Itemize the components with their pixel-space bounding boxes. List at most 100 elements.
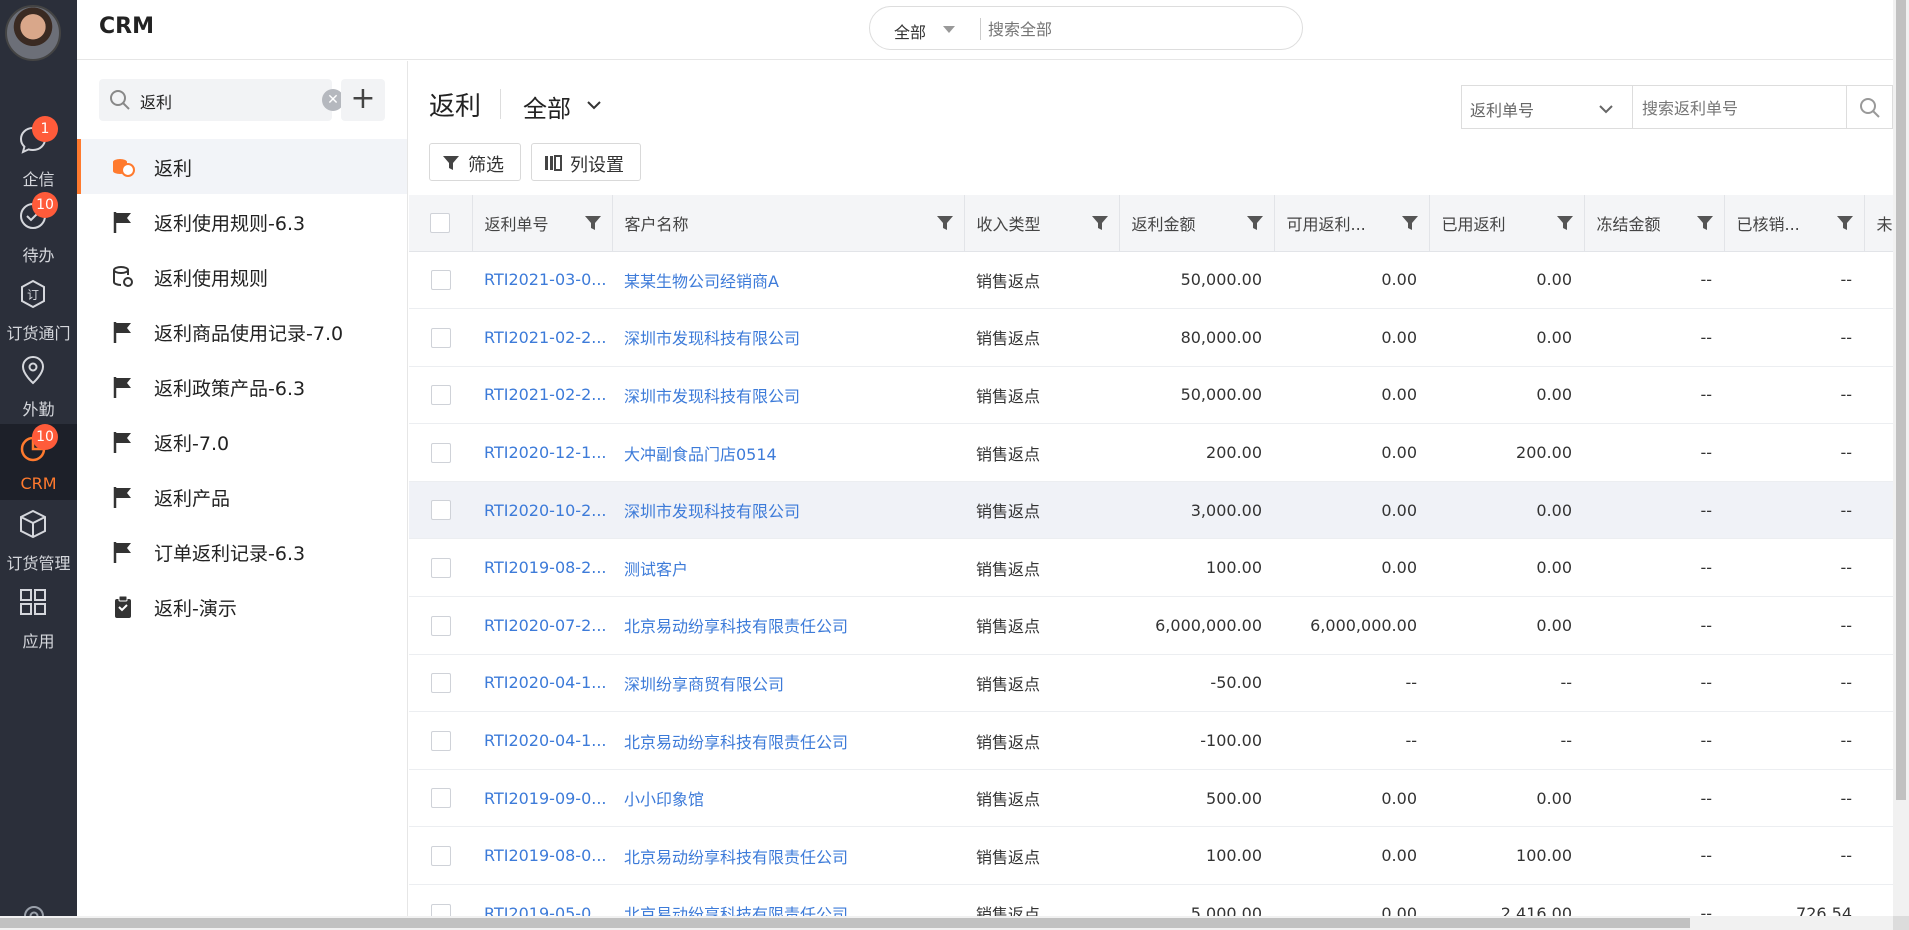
caret-down-icon[interactable]	[943, 26, 955, 33]
nav-item-order-mgmt[interactable]: 订货管理	[0, 500, 77, 576]
nav-item-crm[interactable]: 10 CRM	[0, 424, 77, 500]
row-checkbox[interactable]	[409, 481, 472, 540]
customer-name-link[interactable]: 测试客户	[612, 538, 964, 598]
record-search-input[interactable]	[1642, 96, 1842, 120]
search-icon[interactable]	[1858, 96, 1882, 120]
filter-icon[interactable]	[1091, 214, 1109, 232]
customer-name-link[interactable]: 深圳市发现科技有限公司	[612, 481, 964, 540]
row-checkbox[interactable]	[409, 596, 472, 655]
column-settings-button[interactable]: 列设置	[531, 143, 641, 181]
object-search[interactable]: 返利 ✕	[99, 79, 344, 121]
object-search-value[interactable]: 返利	[140, 89, 172, 113]
filter-icon[interactable]	[1696, 214, 1714, 232]
record-number-link[interactable]: RTI2019-08-0...	[472, 826, 612, 886]
customer-name-link[interactable]: 深圳纷享商贸有限公司	[612, 654, 964, 713]
customer-name-link[interactable]: 北京易动纷享科技有限责任公司	[612, 596, 964, 655]
vertical-scrollbar[interactable]	[1893, 0, 1909, 916]
chevron-down-icon[interactable]	[1597, 100, 1615, 118]
object-item[interactable]: 返利-演示	[77, 579, 407, 634]
table-row[interactable]: RTI2021-02-2... 深圳市发现科技有限公司 销售返点 50,000.00 0…	[409, 366, 1893, 425]
nav-item-apps[interactable]: 应用	[0, 578, 77, 654]
record-number-link[interactable]: RTI2020-04-1...	[472, 711, 612, 770]
column-header[interactable]: 冻结金额	[1584, 195, 1725, 252]
global-search-input[interactable]	[988, 16, 1288, 42]
column-header[interactable]: 可用返利...	[1274, 195, 1430, 252]
object-item[interactable]: 返利政策产品-6.3	[77, 359, 407, 414]
record-number-link[interactable]: RTI2020-07-2...	[472, 596, 612, 655]
add-object-button[interactable]: +	[341, 79, 385, 121]
nav-item-todo[interactable]: 10 待办	[0, 192, 77, 268]
nav-badge: 1	[32, 116, 58, 142]
nav-item-field[interactable]: 外勤	[0, 346, 77, 422]
table-row[interactable]: RTI2021-02-2... 深圳市发现科技有限公司 销售返点 80,000.00 0…	[409, 308, 1893, 367]
object-item[interactable]: 返利商品使用记录-7.0	[77, 304, 407, 359]
column-header[interactable]: 已核销...	[1724, 195, 1865, 252]
row-checkbox[interactable]	[409, 826, 472, 886]
filter-icon[interactable]	[936, 214, 954, 232]
table-row[interactable]: RTI2020-12-1... 大冲副食品门店0514 销售返点 200.00 0.00…	[409, 423, 1893, 482]
record-number-link[interactable]: RTI2019-08-2...	[472, 538, 612, 598]
record-number-link[interactable]: RTI2021-02-2...	[472, 308, 612, 367]
record-number-link[interactable]: RTI2019-09-0...	[472, 769, 612, 828]
table-row[interactable]: RTI2019-08-0... 北京易动纷享科技有限责任公司 销售返点 100.00 0…	[409, 826, 1893, 886]
row-checkbox[interactable]	[409, 423, 472, 482]
view-select[interactable]: 全部	[523, 89, 571, 124]
customer-name-link[interactable]: 深圳市发现科技有限公司	[612, 366, 964, 425]
column-header[interactable]: 返利单号	[472, 195, 613, 252]
filter-icon[interactable]	[1836, 214, 1854, 232]
row-checkbox[interactable]	[409, 538, 472, 598]
horizontal-scrollbar[interactable]	[0, 916, 1893, 930]
column-header[interactable]: 客户名称	[612, 195, 965, 252]
column-header[interactable]: 已用返利	[1429, 195, 1585, 252]
column-header[interactable]: 未核	[1864, 195, 1893, 252]
object-item[interactable]: 返利产品	[77, 469, 407, 524]
row-checkbox[interactable]	[409, 711, 472, 770]
record-number-link[interactable]: RTI2021-02-2...	[472, 366, 612, 425]
table-row[interactable]: RTI2019-09-0... 小小印象馆 销售返点 500.00 0.00 0.00 --…	[409, 769, 1893, 828]
filter-icon[interactable]	[1246, 214, 1264, 232]
record-number-link[interactable]: RTI2020-12-1...	[472, 423, 612, 482]
object-item[interactable]: 返利使用规则	[77, 249, 407, 304]
object-item[interactable]: 返利-7.0	[77, 414, 407, 469]
column-header[interactable]: 返利金额	[1119, 195, 1275, 252]
row-checkbox[interactable]	[409, 654, 472, 713]
table-row[interactable]: RTI2020-04-1... 北京易动纷享科技有限责任公司 销售返点 -100.00…	[409, 711, 1893, 770]
object-item[interactable]: 返利	[77, 139, 407, 194]
table-row[interactable]: RTI2020-04-1... 深圳纷享商贸有限公司 销售返点 -50.00 -- -- -…	[409, 654, 1893, 713]
table-cell: 100.00	[1119, 538, 1274, 598]
customer-name-link[interactable]: 深圳市发现科技有限公司	[612, 308, 964, 367]
table-row[interactable]: RTI2019-08-2... 测试客户 销售返点 100.00 0.00 0.00 -- -…	[409, 538, 1893, 598]
customer-name-link[interactable]: 大冲副食品门店0514	[612, 423, 964, 482]
table-cell: 0.00	[1429, 538, 1584, 598]
filter-button[interactable]: 筛选	[429, 143, 521, 181]
scrollbar-thumb[interactable]	[0, 918, 1690, 928]
customer-name-link[interactable]: 小小印象馆	[612, 769, 964, 828]
scrollbar-thumb[interactable]	[1896, 0, 1906, 800]
row-checkbox[interactable]	[409, 769, 472, 828]
row-checkbox[interactable]	[409, 366, 472, 425]
customer-name-link[interactable]: 北京易动纷享科技有限责任公司	[612, 826, 964, 886]
avatar[interactable]	[5, 5, 61, 61]
record-number-link[interactable]: RTI2020-04-1...	[472, 654, 612, 713]
nav-item-order-portal[interactable]: 订 订货通门	[0, 270, 77, 346]
search-field-select[interactable]: 返利单号	[1470, 97, 1534, 121]
select-all-checkbox[interactable]	[409, 195, 473, 252]
record-number-link[interactable]: RTI2021-03-0...	[472, 251, 612, 310]
chevron-down-icon[interactable]	[586, 97, 602, 113]
row-checkbox[interactable]	[409, 308, 472, 367]
object-item[interactable]: 返利使用规则-6.3	[77, 194, 407, 249]
nav-item-qixin[interactable]: 1 企信	[0, 116, 77, 192]
table-row[interactable]: RTI2021-03-0... 某某生物公司经销商A 销售返点 50,000.00 0.…	[409, 251, 1893, 310]
filter-icon[interactable]	[1556, 214, 1574, 232]
table-row[interactable]: RTI2020-07-2... 北京易动纷享科技有限责任公司 销售返点 6,000,0…	[409, 596, 1893, 655]
column-header[interactable]: 收入类型	[964, 195, 1120, 252]
record-number-link[interactable]: RTI2020-10-2...	[472, 481, 612, 540]
row-checkbox[interactable]	[409, 251, 472, 310]
object-item[interactable]: 订单返利记录-6.3	[77, 524, 407, 579]
table-row[interactable]: RTI2020-10-2... 深圳市发现科技有限公司 销售返点 3,000.00 0.…	[409, 481, 1893, 540]
filter-icon[interactable]	[584, 214, 602, 232]
customer-name-link[interactable]: 某某生物公司经销商A	[612, 251, 964, 310]
customer-name-link[interactable]: 北京易动纷享科技有限责任公司	[612, 711, 964, 770]
filter-icon[interactable]	[1401, 214, 1419, 232]
search-scope-select[interactable]: 全部	[894, 19, 926, 43]
